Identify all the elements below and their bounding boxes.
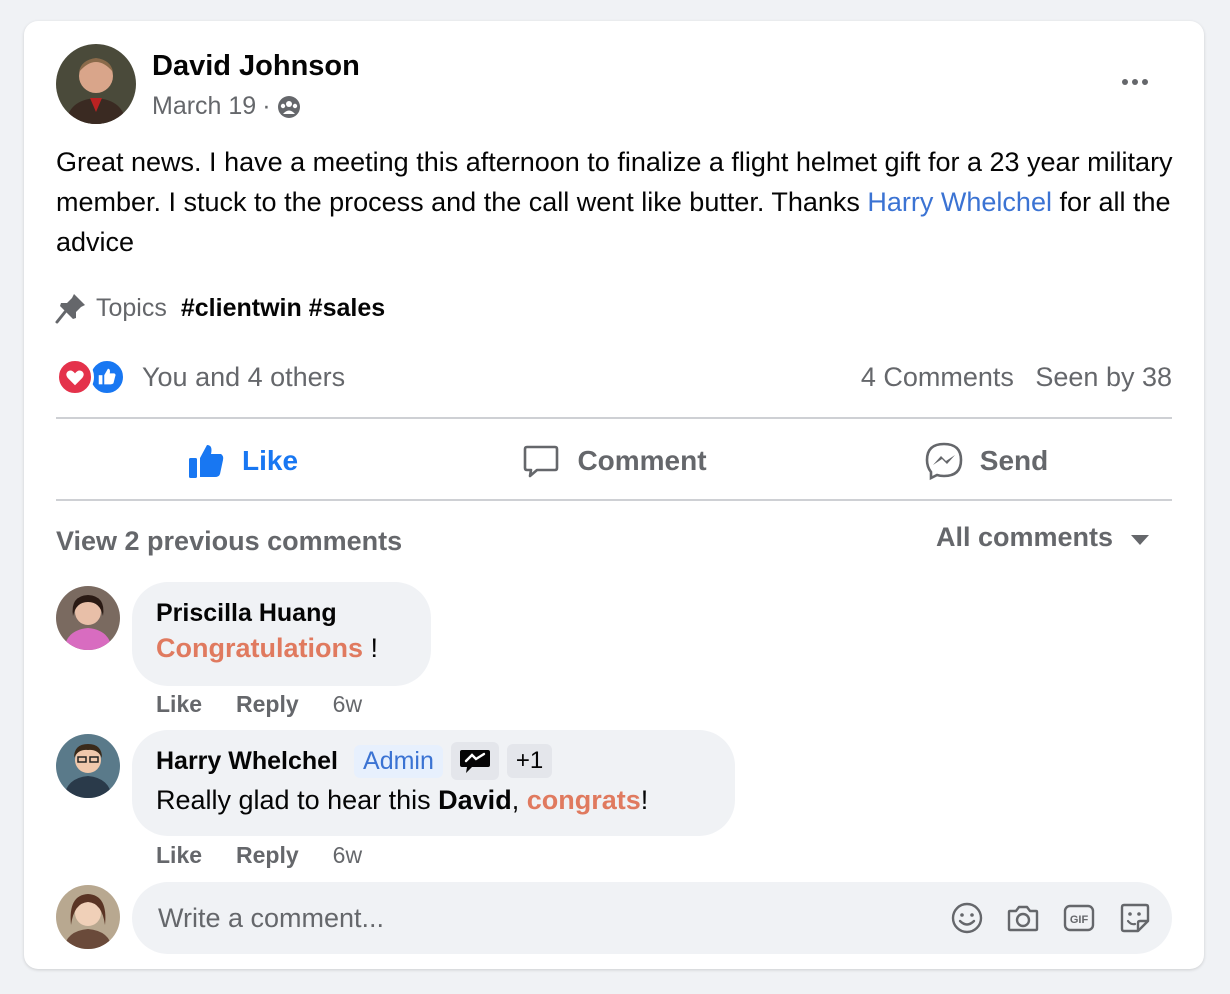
mention-link[interactable]: Harry Whelchel (867, 187, 1052, 217)
comment-header: Harry Whelchel Admin +1 (156, 742, 553, 780)
comment-actions: Like Reply 6w (156, 842, 362, 869)
reactions-bar: You and 4 others 4 Comments Seen by 38 (56, 357, 1172, 397)
pin-icon (54, 291, 88, 325)
author-name[interactable]: David Johnson (152, 50, 360, 83)
more-options-button[interactable] (1112, 67, 1158, 97)
comment-actions: Like Reply 6w (156, 691, 362, 718)
post-card: David Johnson March 19 · Great news. I h… (24, 21, 1204, 969)
post-text: Great news. I have a meeting this aftern… (56, 142, 1176, 262)
divider (56, 417, 1172, 419)
svg-text:GIF: GIF (1070, 914, 1089, 926)
caret-down-icon (1131, 534, 1150, 545)
send-label: Send (979, 444, 1049, 476)
more-badges[interactable]: +1 (506, 744, 553, 778)
current-user-avatar[interactable] (56, 885, 120, 949)
comment-button[interactable]: Comment (428, 421, 800, 500)
comment-mention: David (438, 785, 512, 815)
topics-label: Topics (96, 293, 167, 322)
comment-highlight: Congratulations (156, 633, 363, 663)
comment-bubble: Harry Whelchel Admin +1 Really glad to h… (132, 730, 735, 836)
commenter-avatar[interactable] (56, 734, 120, 798)
comment-text: Really glad to hear this David, congrats… (156, 785, 648, 816)
love-reaction-icon (56, 358, 94, 396)
comment-reply-button[interactable]: Reply (236, 842, 299, 869)
seen-by-count[interactable]: Seen by 38 (1035, 362, 1172, 392)
meta-separator: · (262, 92, 271, 120)
comment-time[interactable]: 6w (333, 842, 362, 869)
comment-input-placeholder: Write a comment... (158, 902, 385, 933)
post-meta: March 19 · (152, 92, 301, 121)
comment-suffix: ! (363, 633, 379, 663)
comment-bubble: Priscilla Huang Congratulations ! (132, 582, 431, 686)
like-button[interactable]: Like (56, 421, 428, 500)
comment-time[interactable]: 6w (333, 691, 362, 718)
send-button[interactable]: Send (800, 421, 1172, 500)
comment-icon (521, 441, 561, 481)
comment-label: Comment (577, 444, 707, 476)
comment-highlight: congrats (526, 785, 641, 815)
comment-author[interactable]: Priscilla Huang (156, 599, 337, 628)
gif-icon[interactable]: GIF (1062, 901, 1096, 935)
thumbs-up-icon (186, 441, 226, 481)
messenger-icon (924, 441, 964, 481)
camera-icon[interactable] (1006, 901, 1040, 935)
dot-icon (1132, 79, 1138, 85)
comment-author[interactable]: Harry Whelchel (156, 747, 338, 776)
commenter-avatar[interactable] (56, 586, 120, 650)
comment-text: Congratulations ! (156, 633, 378, 664)
comment-input[interactable]: Write a comment... GIF (132, 882, 1172, 954)
post-date[interactable]: March 19 (152, 92, 256, 121)
comment-reply-button[interactable]: Reply (236, 691, 299, 718)
admin-badge[interactable]: Admin (354, 744, 443, 778)
group-icon (277, 95, 301, 119)
dot-icon (1122, 79, 1128, 85)
comment-text-prefix: Really glad to hear this (156, 785, 439, 815)
post-actions: Like Comment Send (56, 421, 1172, 500)
composer-tools: GIF (950, 901, 1152, 935)
post-counts: 4 Comments Seen by 38 (861, 362, 1172, 393)
comment-suffix: ! (640, 785, 649, 815)
conversation-starter-badge-icon[interactable] (450, 742, 499, 780)
reacted-by-text[interactable]: You and 4 others (142, 362, 345, 393)
sticker-icon[interactable] (1118, 901, 1152, 935)
emoji-icon[interactable] (950, 901, 984, 935)
topics-row: Topics #clientwin #sales (54, 291, 385, 325)
comments-count[interactable]: 4 Comments (861, 362, 1014, 392)
author-avatar[interactable] (56, 44, 136, 124)
comment-text-mid: , (511, 785, 527, 815)
comments-filter-label: All comments (936, 522, 1114, 552)
dot-icon (1142, 79, 1148, 85)
divider (56, 499, 1172, 501)
comment-like-button[interactable]: Like (156, 691, 202, 718)
topics-tags[interactable]: #clientwin #sales (181, 294, 385, 323)
comment-like-button[interactable]: Like (156, 842, 202, 869)
comments-filter-dropdown[interactable]: All comments (936, 522, 1150, 553)
like-label: Like (241, 444, 299, 476)
view-previous-comments-link[interactable]: View 2 previous comments (56, 526, 402, 557)
reaction-icons[interactable] (56, 358, 126, 396)
